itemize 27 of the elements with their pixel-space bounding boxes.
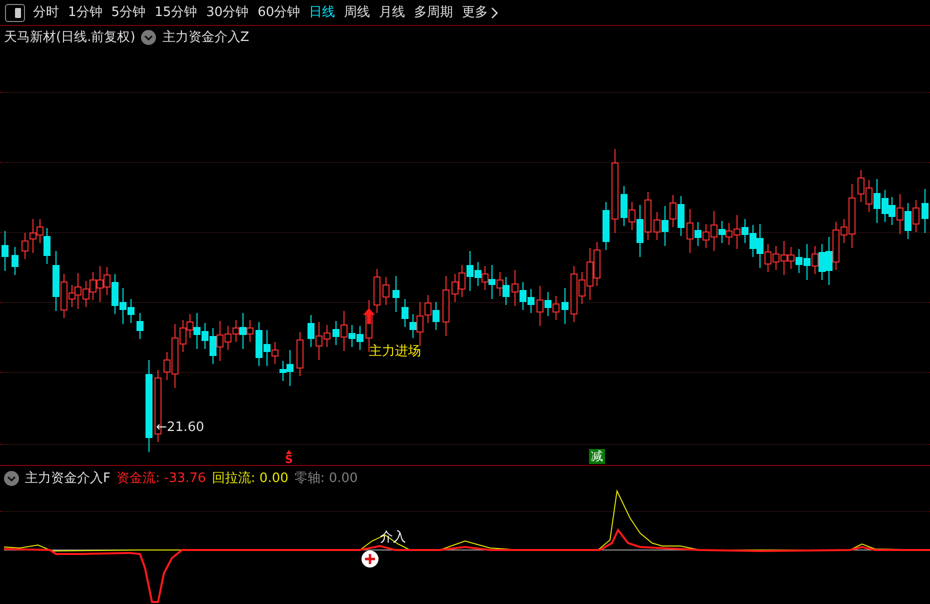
signal-label: 主力进场 (369, 343, 421, 361)
period-tab[interactable]: 分时 (33, 2, 59, 22)
indicator-name: 主力资金介入F (25, 470, 110, 488)
more-button[interactable]: 更多 (462, 2, 498, 22)
period-tab[interactable]: 1分钟 (68, 2, 102, 22)
dropdown-icon[interactable] (4, 471, 19, 486)
legend-value: 零轴: 0.00 (294, 470, 358, 488)
sell-marker: S (285, 454, 293, 465)
period-tab[interactable]: 15分钟 (154, 2, 198, 22)
period-tab[interactable]: 月线 (379, 2, 406, 22)
chevron-right-icon (491, 6, 498, 18)
dropdown-icon[interactable] (141, 30, 156, 46)
legend-value: 资金流: -33.76 (116, 470, 206, 488)
legend-value: 回拉流: 0.00 (212, 470, 288, 488)
indicator-name: 主力资金介入Z (162, 29, 250, 47)
panel-toggle-icon[interactable] (5, 4, 25, 22)
period-tab[interactable]: 30分钟 (206, 2, 249, 22)
period-tab[interactable]: 多周期 (414, 2, 454, 22)
caret-up-icon (286, 450, 292, 454)
period-tab[interactable]: 60分钟 (258, 2, 300, 22)
period-tab[interactable]: 日线 (309, 2, 336, 22)
plus-circle-icon (361, 550, 379, 568)
period-tab[interactable]: 周线 (344, 2, 370, 22)
period-tab[interactable]: 5分钟 (111, 2, 146, 22)
reduce-marker: 减 (589, 449, 605, 464)
up-arrow-icon (363, 308, 375, 324)
chart-title: 天马新材(日线.前复权) (4, 29, 136, 47)
